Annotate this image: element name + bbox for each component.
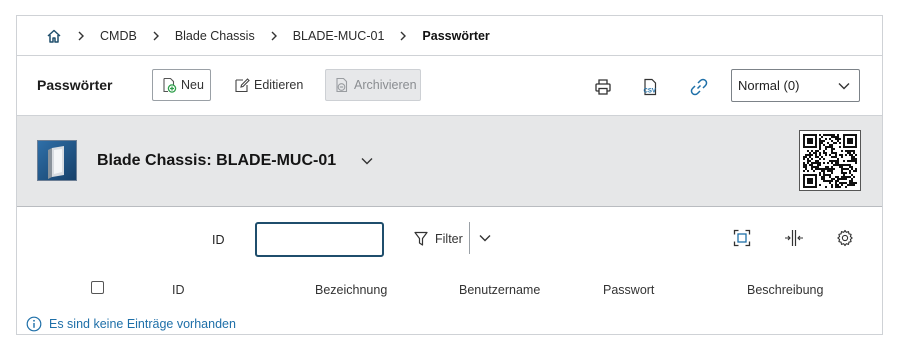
csv-export-icon[interactable]: CSV	[641, 78, 659, 96]
chevron-right-icon	[394, 31, 412, 41]
app-frame: CMDB Blade Chassis BLADE-MUC-01 Passwört…	[16, 15, 883, 335]
new-button[interactable]: Neu	[152, 69, 211, 101]
id-filter-input[interactable]	[255, 222, 384, 257]
new-button-label: Neu	[181, 78, 204, 92]
empty-state-message: Es sind keine Einträge vorhanden	[26, 316, 236, 332]
link-icon[interactable]	[690, 78, 708, 96]
edit-icon	[234, 77, 250, 93]
breadcrumb: CMDB Blade Chassis BLADE-MUC-01 Passwört…	[17, 16, 882, 56]
column-header-id[interactable]: ID	[172, 283, 185, 297]
view-select[interactable]: Normal (0)	[731, 69, 860, 102]
edit-button-label: Editieren	[254, 78, 304, 92]
printer-icon[interactable]	[594, 78, 612, 96]
archive-icon	[334, 77, 350, 93]
chevron-down-icon[interactable]	[477, 230, 493, 246]
funnel-icon	[414, 231, 430, 247]
table-header: ID Bezeichnung Benutzername Passwort Bes…	[17, 269, 882, 307]
add-document-icon	[161, 77, 177, 93]
column-header-bezeichnung[interactable]: Bezeichnung	[315, 283, 387, 297]
breadcrumb-item-cmdb[interactable]: CMDB	[100, 29, 137, 43]
divider	[469, 222, 470, 254]
object-title: Blade Chassis: BLADE-MUC-01	[97, 152, 337, 169]
fullscreen-icon[interactable]	[732, 228, 752, 248]
column-header-beschreibung[interactable]: Beschreibung	[747, 283, 823, 297]
empty-state-text: Es sind keine Einträge vorhanden	[49, 317, 236, 331]
chevron-right-icon	[265, 31, 283, 41]
archive-button[interactable]: Archivieren	[325, 69, 421, 101]
select-all-checkbox[interactable]	[91, 281, 104, 294]
breadcrumb-item-object[interactable]: BLADE-MUC-01	[293, 29, 385, 43]
page-title: Passwörter	[37, 77, 113, 93]
chevron-right-icon	[72, 31, 90, 41]
svg-text:CSV: CSV	[644, 89, 656, 95]
breadcrumb-item-current: Passwörter	[422, 28, 490, 43]
column-header-benutzername[interactable]: Benutzername	[459, 283, 540, 297]
breadcrumb-item-blade-chassis[interactable]: Blade Chassis	[175, 29, 255, 43]
archive-button-label: Archivieren	[354, 78, 417, 92]
edit-button[interactable]: Editieren	[226, 69, 314, 101]
qr-code[interactable]	[799, 130, 861, 191]
filter-button-label: Filter	[435, 232, 463, 246]
chevron-down-icon	[838, 78, 850, 93]
filter-button[interactable]: Filter	[414, 222, 463, 256]
column-resize-icon[interactable]	[784, 228, 804, 248]
home-icon[interactable]	[46, 28, 62, 44]
info-icon	[26, 316, 42, 332]
view-select-value: Normal (0)	[738, 78, 800, 93]
settings-gear-icon[interactable]	[835, 228, 855, 248]
chevron-right-icon	[147, 31, 165, 41]
toolbar: Passwörter Neu Editieren Archivieren CSV	[17, 56, 882, 116]
blade-chassis-image	[37, 140, 77, 181]
chevron-down-icon[interactable]	[359, 153, 375, 169]
column-header-passwort[interactable]: Passwort	[603, 283, 654, 297]
id-filter-label: ID	[212, 233, 225, 247]
object-header: Blade Chassis: BLADE-MUC-01	[17, 116, 882, 207]
filter-row: ID Filter	[17, 207, 882, 269]
